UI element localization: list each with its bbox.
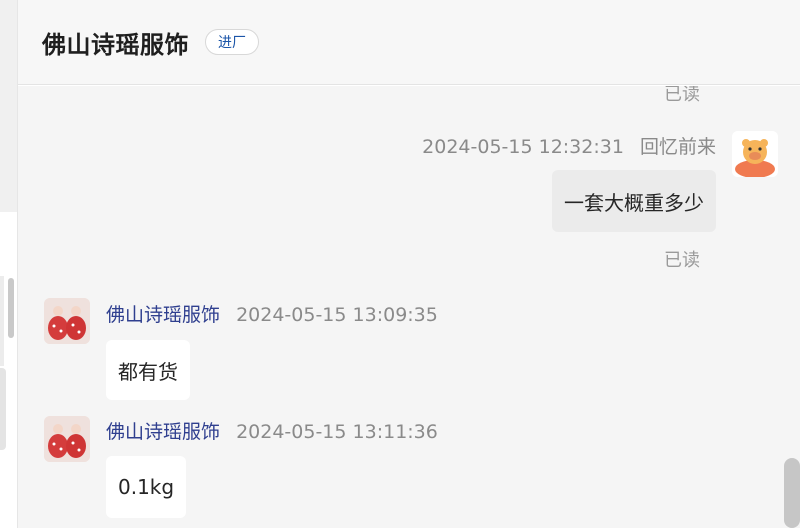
message-list[interactable]: 已读 2024-05-15 12:32:31 回忆前来 一套大概重多少 已读 佛… — [18, 86, 800, 528]
shop-logo-icon — [44, 416, 90, 462]
shop-avatar[interactable] — [44, 298, 90, 344]
conversation-item-selected[interactable] — [0, 368, 6, 450]
sidebar-scrollbar[interactable] — [8, 278, 14, 338]
message-bubble[interactable]: 都有货 — [106, 340, 190, 400]
conversation-sidebar — [0, 0, 18, 528]
cartoon-avatar-icon — [732, 131, 778, 177]
shop-type-badge[interactable]: 进厂 — [205, 29, 259, 55]
sender-name[interactable]: 佛山诗瑶服饰 — [106, 304, 220, 326]
chat-title: 佛山诗瑶服饰 — [42, 30, 189, 59]
message-bubble[interactable]: 0.1kg — [106, 456, 187, 518]
message-meta: 佛山诗瑶服饰 2024-05-15 13:09:35 — [106, 300, 438, 327]
message-timestamp: 2024-05-15 13:11:36 — [236, 421, 438, 443]
message-bubble[interactable]: 一套大概重多少 — [552, 170, 716, 232]
message-meta: 2024-05-15 12:32:31 回忆前来 — [422, 132, 716, 159]
message-scrollbar[interactable] — [784, 458, 800, 528]
sender-name[interactable]: 佛山诗瑶服饰 — [106, 421, 220, 443]
my-avatar[interactable] — [732, 131, 778, 177]
read-status: 已读 — [664, 250, 700, 271]
message-timestamp: 2024-05-15 12:32:31 — [422, 136, 624, 158]
shop-avatar[interactable] — [44, 416, 90, 462]
shop-logo-icon — [44, 298, 90, 344]
chat-header: 佛山诗瑶服饰 进厂 — [18, 0, 800, 85]
message-meta: 佛山诗瑶服饰 2024-05-15 13:11:36 — [106, 417, 438, 444]
message-timestamp: 2024-05-15 13:09:35 — [236, 304, 438, 326]
read-status: 已读 — [664, 86, 700, 105]
sidebar-panel — [0, 0, 17, 212]
sender-name: 回忆前来 — [639, 136, 716, 158]
conversation-item[interactable] — [0, 276, 4, 366]
